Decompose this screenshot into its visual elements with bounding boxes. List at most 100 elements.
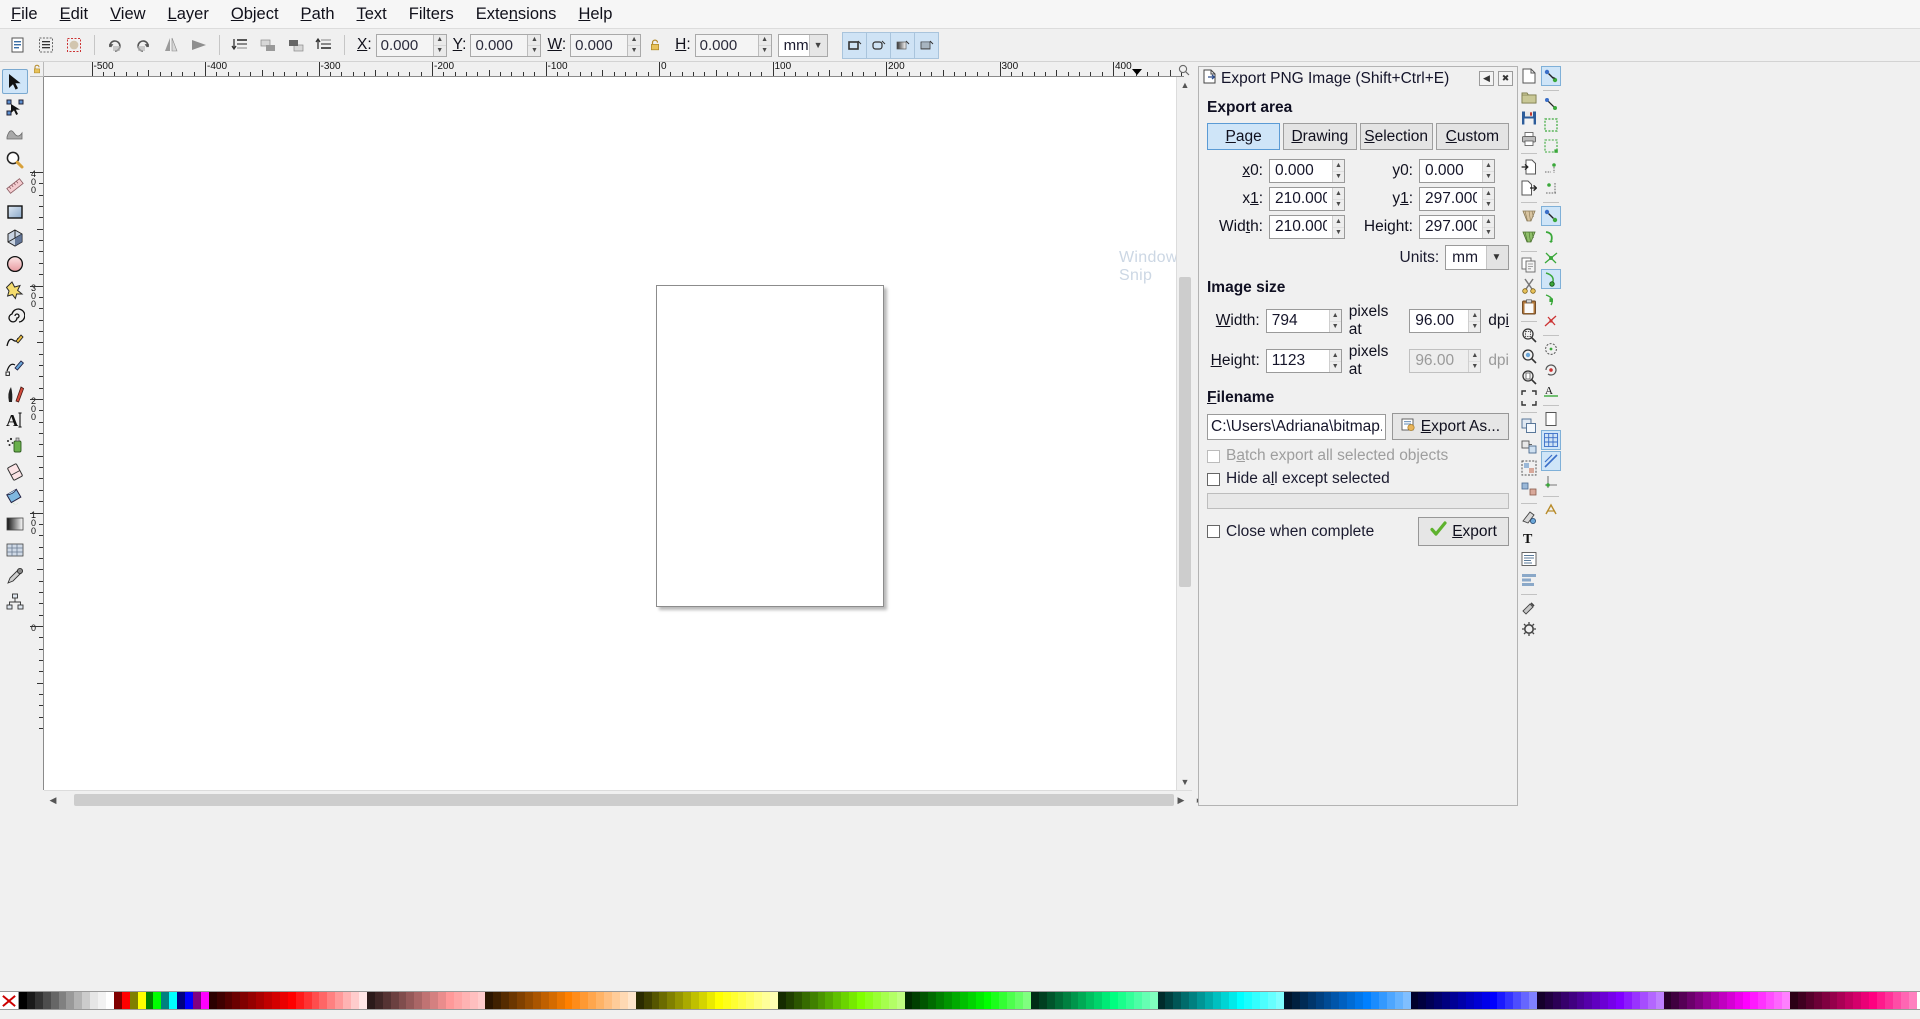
palette-swatch[interactable] [1726, 992, 1735, 1009]
palette-swatch[interactable] [1529, 992, 1537, 1009]
palette-swatch[interactable] [438, 992, 446, 1009]
export-area-tab-custom[interactable]: Custom [1435, 123, 1509, 150]
palette-swatch[interactable] [34, 992, 43, 1009]
star-tool[interactable] [2, 277, 28, 302]
scroll-right-arrow[interactable]: ▶ [1172, 791, 1190, 809]
palette-swatch[interactable] [1015, 992, 1024, 1009]
menu-edit[interactable]: Edit [49, 1, 99, 27]
palette-swatch[interactable] [833, 992, 842, 1009]
palette-swatch[interactable] [1197, 992, 1205, 1009]
palette-swatch[interactable] [1679, 992, 1688, 1009]
palette-swatch[interactable] [445, 992, 454, 1009]
palette-swatch[interactable] [26, 992, 35, 1009]
cut-icon[interactable] [1519, 276, 1539, 296]
palette-swatch[interactable] [1355, 992, 1364, 1009]
palette-swatch[interactable] [698, 992, 707, 1009]
no-color-swatch[interactable] [0, 992, 19, 1009]
dropper-tool[interactable] [2, 563, 28, 588]
snap-node-cusp-icon[interactable] [1541, 269, 1561, 289]
palette-swatch[interactable] [1695, 992, 1704, 1009]
palette-swatch[interactable] [1165, 992, 1174, 1009]
palette-swatch[interactable] [177, 992, 186, 1009]
palette-swatch[interactable] [1094, 992, 1103, 1009]
palette-swatch[interactable] [659, 992, 668, 1009]
palette-swatch[interactable] [50, 992, 59, 1009]
palette-swatch[interactable] [525, 992, 533, 1009]
ellipse-tool[interactable] [2, 251, 28, 276]
palette-swatch[interactable] [430, 992, 439, 1009]
palette-swatch[interactable] [1370, 992, 1379, 1009]
palette-swatch[interactable] [667, 992, 676, 1009]
spiral-tool[interactable] [2, 303, 28, 328]
select-all-in-layers-icon[interactable] [34, 33, 58, 57]
export-as-button[interactable]: Export As... [1391, 413, 1509, 440]
palette-swatch[interactable] [272, 992, 280, 1009]
palette-swatch[interactable] [1070, 992, 1079, 1009]
palette-swatch[interactable] [469, 992, 478, 1009]
palette-swatch[interactable] [683, 992, 692, 1009]
save-document-icon[interactable] [1519, 108, 1539, 128]
image-height-input[interactable] [1266, 350, 1329, 372]
palette-swatch[interactable] [1537, 992, 1545, 1009]
palette-swatch[interactable] [477, 992, 486, 1009]
vertical-scrollbar[interactable]: ▲ ▼ [1176, 77, 1192, 790]
palette-swatch[interactable] [105, 992, 114, 1009]
palette-swatch[interactable] [825, 992, 834, 1009]
palette-swatch[interactable] [1876, 992, 1885, 1009]
filename-field[interactable] [1207, 413, 1386, 440]
palette-swatch[interactable] [1671, 992, 1680, 1009]
palette-swatch[interactable] [1687, 992, 1696, 1009]
export-icon[interactable] [1519, 178, 1539, 198]
canvas-area[interactable]: Window Snip [44, 77, 1184, 790]
image-width-input[interactable] [1266, 310, 1329, 332]
bucket-fill-tool[interactable] [2, 485, 28, 510]
palette-swatch[interactable] [778, 992, 786, 1009]
eraser-tool[interactable] [2, 459, 28, 484]
palette-swatch[interactable] [58, 992, 67, 1009]
document-page[interactable] [656, 285, 884, 607]
w-field[interactable]: ▲▼ [570, 33, 642, 57]
vertical-scroll-thumb[interactable] [1179, 277, 1191, 587]
palette-swatch[interactable] [1552, 992, 1561, 1009]
snap-path-icon[interactable] [1541, 227, 1561, 247]
palette-swatch[interactable] [1600, 992, 1609, 1009]
palette-swatch[interactable] [1062, 992, 1071, 1009]
dpi-width-spin-buttons[interactable]: ▲ ▼ [1468, 310, 1481, 332]
y-field[interactable]: ▲▼ [470, 33, 542, 57]
palette-swatch[interactable] [888, 992, 897, 1009]
palette-swatch[interactable] [999, 992, 1008, 1009]
preferences-icon[interactable] [1519, 598, 1539, 618]
palette-swatch[interactable] [651, 992, 660, 1009]
palette-swatch[interactable] [540, 992, 549, 1009]
palette-swatch[interactable] [564, 992, 573, 1009]
palette-swatch[interactable] [414, 992, 423, 1009]
h-field[interactable]: ▲▼ [694, 33, 772, 57]
palette-swatch[interactable] [335, 992, 344, 1009]
palette-swatch[interactable] [1125, 992, 1134, 1009]
move-gradients-toggle[interactable] [889, 31, 915, 59]
image-height-spin-buttons[interactable]: ▲ ▼ [1328, 350, 1341, 372]
palette-swatch[interactable] [1299, 992, 1308, 1009]
palette-swatch[interactable] [1394, 992, 1403, 1009]
palette-swatch[interactable] [42, 992, 51, 1009]
palette-swatch[interactable] [1260, 992, 1269, 1009]
palette-swatch[interactable] [1252, 992, 1261, 1009]
zoom-drawing-icon[interactable] [1519, 346, 1539, 366]
palette-swatch[interactable] [1790, 992, 1798, 1009]
palette-swatch[interactable] [1410, 992, 1419, 1009]
palette-swatch[interactable] [691, 992, 699, 1009]
palette-swatch[interactable] [1774, 992, 1783, 1009]
chevron-down-icon[interactable]: ▼ [1486, 246, 1508, 269]
palette-swatch[interactable] [714, 992, 723, 1009]
y0-input[interactable] [1420, 160, 1482, 182]
menu-file[interactable]: File [0, 1, 49, 27]
dock-arrow-icon[interactable]: ◀ [1479, 71, 1494, 86]
palette-swatch[interactable] [1102, 992, 1111, 1009]
palette-swatch[interactable] [864, 992, 873, 1009]
palette-swatch[interactable] [770, 992, 778, 1009]
palette-swatch[interactable] [754, 992, 763, 1009]
palette-swatch[interactable] [1521, 992, 1530, 1009]
clone-icon[interactable] [1519, 437, 1539, 457]
y-spin-buttons[interactable]: ▲ ▼ [527, 34, 541, 56]
menu-path[interactable]: Path [290, 1, 346, 27]
